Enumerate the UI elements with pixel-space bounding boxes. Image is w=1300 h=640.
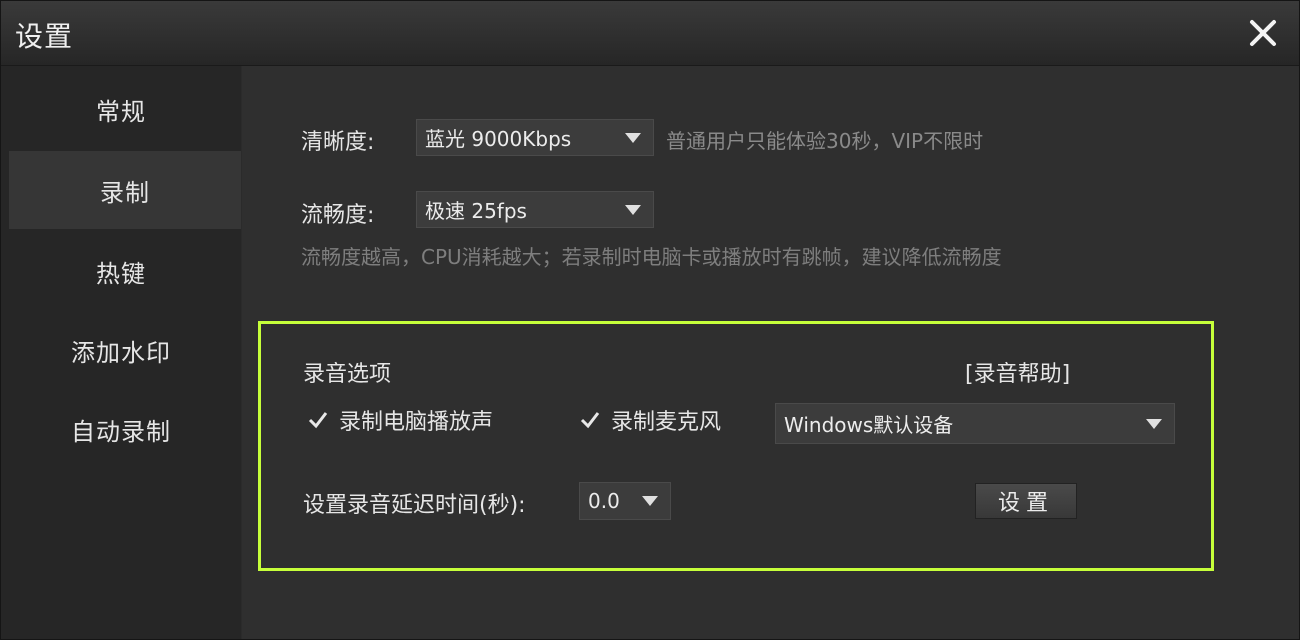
record-microphone-label: 录制麦克风 xyxy=(611,410,722,435)
clarity-value: 蓝光 9000Kbps xyxy=(425,127,572,151)
audio-device-value: Windows默认设备 xyxy=(784,413,954,437)
chevron-down-icon xyxy=(1146,418,1162,429)
sidebar-item-label: 添加水印 xyxy=(71,338,171,367)
checkmark-icon xyxy=(307,409,329,431)
record-delay-label: 设置录音延迟时间(秒): xyxy=(303,493,526,518)
record-delay-value: 0.0 xyxy=(588,489,620,513)
title-bar: 设置 xyxy=(1,1,1299,66)
sidebar: 常规 录制 热键 添加水印 自动录制 xyxy=(1,66,241,639)
record-microphone-checkbox[interactable]: 录制麦克风 xyxy=(579,404,721,436)
audio-settings-button[interactable]: 设置 xyxy=(975,483,1077,519)
record-delay-select[interactable]: 0.0 xyxy=(579,482,671,520)
sidebar-item-hotkeys[interactable]: 热键 xyxy=(1,232,241,310)
sidebar-item-label: 热键 xyxy=(96,259,146,288)
window-title: 设置 xyxy=(15,20,74,53)
chevron-down-icon xyxy=(625,204,641,215)
fluency-hint: 流畅度越高，CPU消耗越大；若录制时电脑卡或播放时有跳帧，建议降低流畅度 xyxy=(301,245,1002,269)
settings-dialog: 设置 常规 录制 热键 添加水印 自动录制 清晰度: 蓝光 9000Kbps 普… xyxy=(0,0,1300,640)
chevron-down-icon xyxy=(642,496,658,506)
sidebar-item-recording[interactable]: 录制 xyxy=(9,151,241,229)
sidebar-item-label: 录制 xyxy=(100,178,150,207)
audio-options-title: 录音选项 xyxy=(303,362,392,387)
fluency-select[interactable]: 极速 25fps xyxy=(416,191,654,228)
fluency-label: 流畅度: xyxy=(301,203,375,228)
sidebar-item-auto-record[interactable]: 自动录制 xyxy=(1,390,241,468)
sidebar-item-general[interactable]: 常规 xyxy=(1,70,241,148)
clarity-select[interactable]: 蓝光 9000Kbps xyxy=(416,119,654,156)
record-system-sound-label: 录制电脑播放声 xyxy=(339,410,494,435)
audio-device-select[interactable]: Windows默认设备 xyxy=(775,403,1175,444)
sidebar-item-watermark[interactable]: 添加水印 xyxy=(1,311,241,389)
record-system-sound-checkbox[interactable]: 录制电脑播放声 xyxy=(307,404,493,436)
sidebar-item-label: 常规 xyxy=(96,97,146,126)
chevron-down-icon xyxy=(625,132,641,143)
audio-help-link[interactable]: [录音帮助] xyxy=(965,356,1070,388)
close-icon[interactable] xyxy=(1245,15,1281,51)
sidebar-item-label: 自动录制 xyxy=(71,417,171,446)
checkmark-icon xyxy=(579,409,601,431)
fluency-value: 极速 25fps xyxy=(425,199,527,223)
clarity-note: 普通用户只能体验30秒，VIP不限时 xyxy=(666,129,984,153)
clarity-label: 清晰度: xyxy=(301,130,375,155)
audio-options-box: 录音选项 [录音帮助] 录制电脑播放声 录制麦克风 Windows默认设备 设置… xyxy=(258,321,1214,571)
recording-settings-panel: 清晰度: 蓝光 9000Kbps 普通用户只能体验30秒，VIP不限时 流畅度:… xyxy=(242,66,1299,639)
